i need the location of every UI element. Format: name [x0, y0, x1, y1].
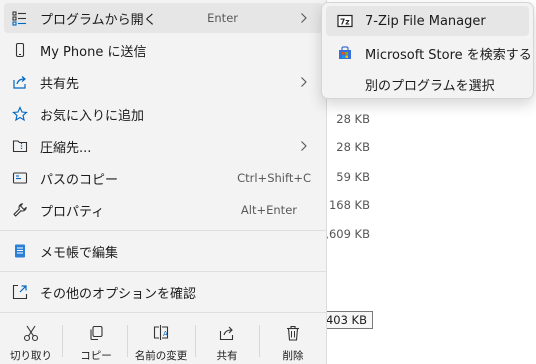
menu-item-open-with[interactable]: プログラムから開く Enter [4, 3, 323, 33]
menu-item-compress-to[interactable]: 圧縮先... [4, 131, 323, 161]
cut-label: 切り取り [10, 350, 52, 362]
copy-label: コピー [80, 350, 112, 362]
svg-text:7z: 7z [340, 18, 350, 27]
copy-button[interactable]: コピー [65, 315, 127, 364]
menu-item-accelerator: Alt+Enter [240, 203, 297, 217]
submenu-item-label: 7-Zip File Manager [365, 13, 486, 29]
share-label: 共有 [216, 350, 238, 362]
chevron-right-icon [299, 11, 309, 25]
action-divider [127, 325, 128, 357]
open-with-submenu: 7z 7-Zip File Manager Microsoft Store を検… [321, 2, 534, 99]
menu-item-label: My Phone に送信 [40, 44, 147, 60]
selected-file-size[interactable]: 403 KB [319, 311, 373, 329]
rename-button[interactable]: A 名前の変更 [130, 315, 192, 364]
menu-item-label: プロパティ [40, 204, 105, 220]
desktop-stage: 28 KB 28 KB 59 KB 168 KB ,609 KB 403 KB … [0, 0, 536, 364]
cut-button[interactable]: 切り取り [0, 315, 62, 364]
menu-item-label: パスのコピー [40, 172, 119, 188]
action-divider [62, 325, 63, 357]
menu-item-accelerator: Ctrl+Shift+C [237, 171, 311, 185]
phone-icon [12, 42, 28, 58]
more-options-icon [12, 284, 28, 300]
menu-item-label: その他のオプションを確認 [40, 286, 197, 302]
menu-item-copy-path[interactable]: パスのコピー Ctrl+Shift+C [4, 163, 323, 193]
chevron-right-icon [299, 139, 309, 153]
submenu-item-microsoft-store[interactable]: Microsoft Store を検索する [326, 38, 532, 68]
share-icon [218, 324, 236, 342]
menu-item-edit-notepad[interactable]: メモ帳で編集 [4, 236, 323, 266]
submenu-item-label: 別のプログラムを選択 [365, 78, 495, 94]
rename-icon: A [152, 324, 170, 342]
delete-label: 削除 [282, 350, 304, 362]
quick-action-bar: 切り取り コピー A 名前の変更 共有 削除 [0, 315, 327, 364]
menu-item-label: 共有先 [40, 76, 80, 92]
context-menu: プログラムから開く Enter My Phone に送信 共有先 お気に入りに追… [0, 0, 327, 364]
menu-item-share-to[interactable]: 共有先 [4, 67, 323, 97]
action-divider [259, 325, 260, 357]
file-size: 28 KB [336, 140, 370, 154]
svg-text:A: A [163, 330, 168, 338]
menu-item-more-options[interactable]: その他のオプションを確認 [4, 277, 323, 307]
menu-item-properties[interactable]: プロパティ Alt+Enter [4, 195, 323, 225]
copy-icon [87, 324, 105, 342]
open-with-icon [12, 10, 28, 26]
menu-item-send-to-phone[interactable]: My Phone に送信 [4, 35, 323, 65]
menu-item-label: メモ帳で編集 [40, 245, 119, 261]
trash-icon [284, 324, 302, 342]
menu-item-label: お気に入りに追加 [40, 108, 145, 124]
copy-path-icon [12, 170, 28, 186]
chevron-right-icon [299, 75, 309, 89]
submenu-item-label: Microsoft Store を検索する [365, 47, 532, 63]
file-size: 59 KB [336, 170, 370, 184]
rename-label: 名前の変更 [134, 350, 188, 362]
share-icon [12, 74, 28, 90]
microsoft-store-icon [337, 45, 353, 61]
menu-item-add-favorite[interactable]: お気に入りに追加 [4, 99, 323, 129]
wrench-icon [12, 202, 28, 218]
menu-separator [0, 230, 327, 231]
file-size: 168 KB [328, 198, 370, 212]
notepad-icon [12, 243, 28, 259]
zip-folder-icon [12, 138, 28, 154]
star-icon [12, 106, 28, 122]
blank-icon [337, 76, 353, 92]
submenu-item-choose-another-app[interactable]: 別のプログラムを選択 [326, 69, 529, 99]
submenu-item-7zip[interactable]: 7z 7-Zip File Manager [326, 6, 529, 36]
menu-item-label: プログラムから開く [40, 12, 157, 28]
share-button[interactable]: 共有 [196, 315, 258, 364]
delete-button[interactable]: 削除 [262, 315, 324, 364]
menu-separator [0, 271, 327, 272]
7zip-icon: 7z [337, 13, 353, 29]
file-size: ,609 KB [325, 227, 370, 241]
menu-separator [0, 312, 327, 313]
scissors-icon [22, 324, 40, 342]
menu-item-label: 圧縮先... [40, 140, 92, 156]
file-size: 28 KB [336, 112, 370, 126]
menu-item-accelerator: Enter [207, 11, 238, 25]
